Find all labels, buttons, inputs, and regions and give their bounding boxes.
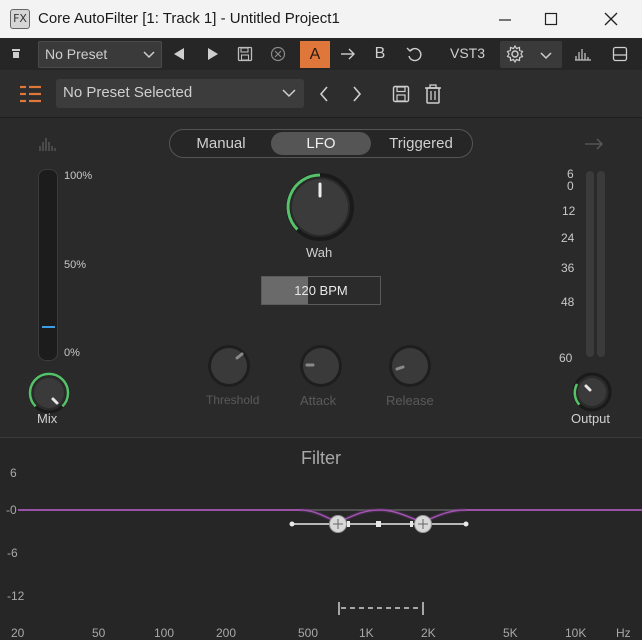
save-preset-button[interactable]: [234, 42, 256, 66]
tab-lfo[interactable]: LFO: [271, 132, 371, 155]
next-preset-button[interactable]: [345, 82, 369, 106]
filter-x-2k: 2K: [421, 626, 436, 640]
attack-knob[interactable]: [298, 343, 344, 394]
tempo-control[interactable]: 120 BPM: [261, 276, 381, 305]
trash-icon: [425, 84, 441, 104]
spectrum-view-button[interactable]: [571, 42, 595, 66]
settings-dropdown[interactable]: [500, 41, 562, 68]
save-icon: [392, 85, 410, 103]
filter-x-100: 100: [154, 626, 175, 640]
expand-view-button[interactable]: [608, 42, 632, 66]
spectrum-bars-icon: [575, 49, 591, 61]
fx-app-icon: FX: [10, 9, 30, 29]
output-meter-right: [597, 171, 605, 357]
panel-toggle-icon: [612, 46, 628, 62]
release-knob[interactable]: [387, 343, 433, 394]
wah-label: Wah: [306, 245, 333, 260]
out-scale-12: 12: [562, 204, 576, 218]
ab-a-button[interactable]: A: [300, 41, 330, 68]
main-panel: Manual LFO Triggered 100% 50% 0% Mix Wah: [0, 119, 642, 437]
plugin-format-label: VST3: [450, 45, 486, 61]
ab-b-button[interactable]: B: [368, 42, 392, 66]
host-preset-dropdown[interactable]: No Preset: [38, 41, 162, 68]
chevron-down-icon: [282, 85, 296, 103]
mix-label: Mix: [37, 411, 58, 426]
maximize-button[interactable]: [528, 0, 574, 38]
out-scale-48: 48: [561, 295, 575, 309]
attack-label: Attack: [300, 393, 337, 408]
mix-scale-100: 100%: [64, 170, 93, 182]
mode-selector: Manual LFO Triggered: [169, 129, 473, 158]
filter-x-50: 50: [92, 626, 106, 640]
host-preset-value: No Preset: [45, 46, 108, 62]
input-meter-icon: [38, 136, 58, 157]
mix-scale-0: 0%: [64, 347, 80, 359]
preset-browser-button[interactable]: [20, 84, 42, 109]
copy-a-to-b-button[interactable]: [336, 42, 360, 66]
host-toolbar: No Preset A B VST3: [0, 38, 642, 70]
minimize-button[interactable]: [482, 0, 528, 38]
threshold-label: Threshold: [206, 393, 260, 407]
preset-list-icon: [20, 85, 41, 103]
mix-level-marker: [42, 326, 55, 328]
chevron-down-icon: [143, 47, 155, 63]
output-route-icon: [584, 137, 604, 156]
close-icon: [604, 12, 618, 26]
undo-icon: [406, 47, 422, 62]
tab-triggered[interactable]: Triggered: [372, 132, 470, 155]
plugin-preset-dropdown[interactable]: No Preset Selected: [56, 79, 304, 108]
mix-meter[interactable]: [38, 169, 58, 361]
threshold-knob[interactable]: [206, 343, 252, 394]
out-scale-24: 24: [561, 231, 575, 245]
output-label: Output: [571, 411, 611, 426]
crosshair-handle-icon: [414, 515, 432, 533]
out-scale-36: 36: [561, 261, 575, 275]
wah-knob[interactable]: [285, 172, 355, 247]
triangle-right-icon: [208, 48, 218, 60]
tempo-value: 120 BPM: [294, 283, 348, 298]
filter-x-20: 20: [11, 626, 25, 640]
out-scale-0: 0: [567, 179, 574, 193]
filter-x-500: 500: [298, 626, 319, 640]
next-preset-button[interactable]: [202, 42, 224, 66]
arrow-right-icon: [341, 48, 355, 60]
gear-icon: [506, 44, 524, 68]
save-icon: [237, 46, 253, 62]
triangle-left-icon: [174, 48, 184, 60]
bypass-button[interactable]: [267, 42, 289, 66]
chevron-right-icon: [353, 86, 362, 102]
filter-handle-low[interactable]: [328, 514, 348, 539]
tab-manual[interactable]: Manual: [172, 132, 270, 155]
filter-graph: [18, 507, 642, 615]
previous-preset-button[interactable]: [168, 42, 190, 66]
window-titlebar: FX Core AutoFilter [1: Track 1] - Untitl…: [0, 0, 642, 38]
crosshair-handle-icon: [329, 515, 347, 533]
filter-panel: Filter 6 -0 -6 -12 20 50 100 200 500 1K …: [0, 437, 642, 640]
delete-preset-button[interactable]: [421, 82, 445, 106]
pin-icon: [12, 49, 20, 58]
filter-x-1k: 1K: [359, 626, 374, 640]
save-plugin-preset-button[interactable]: [389, 82, 413, 106]
filter-x-10k: 10K: [565, 626, 587, 640]
filter-x-5k: 5K: [503, 626, 518, 640]
mix-scale-50: 50%: [64, 259, 87, 271]
undo-button[interactable]: [402, 42, 426, 66]
filter-x-200: 200: [216, 626, 237, 640]
minimize-icon: [499, 19, 511, 21]
previous-preset-button[interactable]: [312, 82, 336, 106]
out-scale-60: 60: [559, 351, 573, 365]
plugin-preset-bar: No Preset Selected: [0, 70, 642, 118]
filter-handle-high[interactable]: [413, 514, 433, 539]
output-meter-left: [586, 171, 594, 357]
close-button[interactable]: [588, 0, 634, 38]
filter-x-hz: Hz: [616, 626, 631, 640]
plugin-preset-value: No Preset Selected: [63, 84, 193, 101]
window-title: Core AutoFilter [1: Track 1] - Untitled …: [38, 10, 340, 27]
maximize-icon: [544, 12, 558, 26]
release-label: Release: [386, 393, 434, 408]
chevron-left-icon: [319, 86, 328, 102]
pin-button[interactable]: [6, 42, 26, 66]
bypass-circle-x-icon: [270, 46, 286, 62]
chevron-down-icon: [540, 48, 552, 66]
